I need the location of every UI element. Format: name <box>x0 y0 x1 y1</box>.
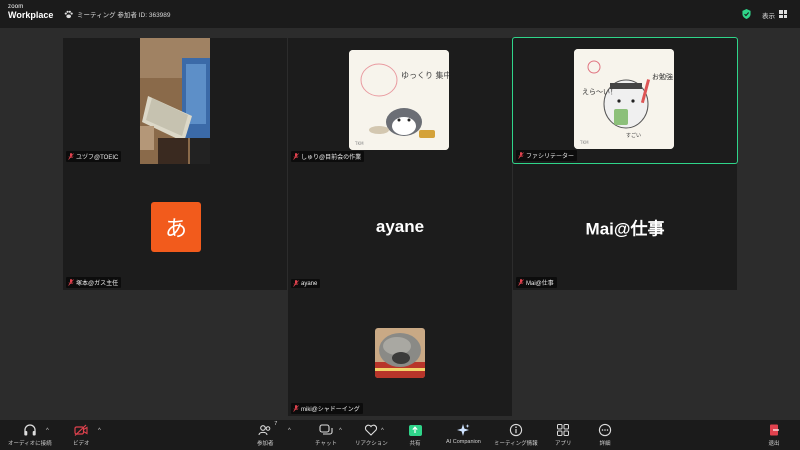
leave-icon <box>770 424 779 436</box>
participants-options-chevron-icon[interactable]: ^ <box>288 428 291 434</box>
video-options-chevron-icon[interactable]: ^ <box>98 428 101 434</box>
more-icon <box>598 423 612 437</box>
share-button[interactable]: 共有 <box>408 423 422 447</box>
meeting-info-text: ミーティング 参加者 ID: 363989 <box>77 12 171 19</box>
participant-name: 塚本@ガス主任 <box>76 281 119 287</box>
meeting-info-label: ミーティング情報 <box>494 441 538 447</box>
participants-icon <box>258 425 271 436</box>
mic-off-icon <box>293 280 299 287</box>
reactions-label: リアクション <box>355 441 388 447</box>
sticker-sub-text: すごい <box>626 132 641 139</box>
sticker-text-1: ゆっくり 集中して <box>401 70 449 80</box>
participant-name: ユヅフ@TOEIC <box>76 155 119 161</box>
apps-button[interactable]: アプリ <box>555 423 572 447</box>
participant-photo <box>375 328 425 378</box>
video-button[interactable]: ビデオ <box>73 423 90 447</box>
participant-name: しゅり@目前会の作業 <box>301 155 362 161</box>
ai-companion-label: AI Companion <box>446 439 481 445</box>
meeting-info[interactable]: ミーティング 参加者 ID: 363989 <box>64 9 171 19</box>
mic-off-icon <box>518 152 524 159</box>
mic-off-icon <box>518 279 524 286</box>
participant-name-tag: しゅり@目前会の作業 <box>291 151 365 162</box>
audio-options-chevron-icon[interactable]: ^ <box>46 428 49 434</box>
video-tile[interactable]: ゆっくり 集中して TKM しゅり@目前会の作業 <box>288 38 512 164</box>
leave-button[interactable]: 退出 <box>767 423 781 447</box>
participant-name-tag: ayane <box>291 279 321 288</box>
chat-label: チャット <box>315 441 337 447</box>
video-tile[interactable]: あ 塚本@ガス主任 <box>63 164 287 290</box>
participant-name-tag: 塚本@ガス主任 <box>66 277 122 288</box>
apps-label: アプリ <box>555 441 572 447</box>
participant-name: Mai@仕事 <box>526 281 554 287</box>
participant-name: ayane <box>301 280 318 287</box>
headphones-icon <box>24 424 36 436</box>
chat-icon <box>319 424 333 435</box>
leave-label: 退出 <box>768 441 780 447</box>
sticker-avatar: えら〜い！ お勉強 すごい TKM <box>574 49 674 149</box>
logo-big-text: Workplace <box>8 10 54 20</box>
reactions-button[interactable]: リアクション <box>355 423 388 447</box>
shield-icon[interactable] <box>742 9 751 19</box>
svg-text:えら〜い！: えら〜い！ <box>582 88 617 96</box>
reactions-options-chevron-icon[interactable]: ^ <box>381 428 384 434</box>
info-icon <box>509 423 522 437</box>
video-tile[interactable]: ユヅフ@TOEIC <box>63 38 287 164</box>
mic-off-icon <box>68 153 74 160</box>
mic-off-icon <box>293 153 299 160</box>
mic-off-icon <box>68 279 74 286</box>
paw-icon <box>64 10 73 18</box>
participants-button[interactable]: 7 参加者 <box>257 421 278 447</box>
participants-count: 7 <box>274 421 278 427</box>
meeting-toolbar: オーディオに接続 ^ ビデオ ^ 7 参加者 ^ チャット ^ リアクション ^… <box>0 420 800 450</box>
svg-text:TKM: TKM <box>354 141 364 146</box>
grid-view-icon[interactable] <box>779 10 787 18</box>
avatar: あ <box>151 202 201 252</box>
heart-icon <box>365 424 378 436</box>
svg-text:TKM: TKM <box>579 140 589 145</box>
sticker-avatar: ゆっくり 集中して TKM <box>349 50 449 150</box>
participants-label: 参加者 <box>257 441 274 447</box>
participant-display-name: Mai@仕事 <box>585 219 665 239</box>
audio-button[interactable]: オーディオに接続 <box>8 423 52 447</box>
mic-off-icon <box>293 405 299 412</box>
video-tile[interactable]: ayane ayane <box>288 164 512 290</box>
participant-video <box>140 38 210 164</box>
sparkle-icon <box>457 424 470 436</box>
video-off-icon <box>74 424 88 436</box>
participant-name-tag: ファシリテーター <box>516 150 578 161</box>
meeting-info-button[interactable]: ミーティング情報 <box>494 423 538 447</box>
participant-name-tag: miki@シャドーイング <box>291 403 363 414</box>
participant-name: miki@シャドーイング <box>301 407 360 413</box>
chat-button[interactable]: チャット <box>315 423 337 447</box>
active-speaker-tile[interactable]: えら〜い！ お勉強 すごい TKM ファシリテーター <box>512 37 738 164</box>
video-label: ビデオ <box>73 441 90 447</box>
participant-display-name: ayane <box>375 217 425 236</box>
more-label: 詳細 <box>599 441 611 447</box>
apps-icon <box>557 424 570 436</box>
chat-options-chevron-icon[interactable]: ^ <box>339 428 342 434</box>
audio-label: オーディオに接続 <box>8 441 52 447</box>
participant-name: ファシリテーター <box>526 154 575 160</box>
participant-name-tag: Mai@仕事 <box>516 277 557 288</box>
zoom-meeting-window: zoom Workplace ミーティング 参加者 ID: 363989 表示 <box>0 0 800 450</box>
view-button[interactable]: 表示 <box>762 10 775 20</box>
svg-text:お勉強: お勉強 <box>652 72 673 81</box>
ai-companion-button[interactable]: AI Companion <box>446 423 481 445</box>
participant-name-tag: ユヅフ@TOEIC <box>66 151 122 162</box>
share-icon <box>408 424 422 436</box>
share-label: 共有 <box>409 441 421 447</box>
top-bar: zoom Workplace ミーティング 参加者 ID: 363989 表示 <box>0 0 800 28</box>
video-tile[interactable]: miki@シャドーイング <box>288 290 512 416</box>
video-tile[interactable]: Mai@仕事 Mai@仕事 <box>513 164 737 290</box>
more-button[interactable]: 詳細 <box>598 423 612 447</box>
zoom-logo: zoom Workplace <box>8 4 53 20</box>
